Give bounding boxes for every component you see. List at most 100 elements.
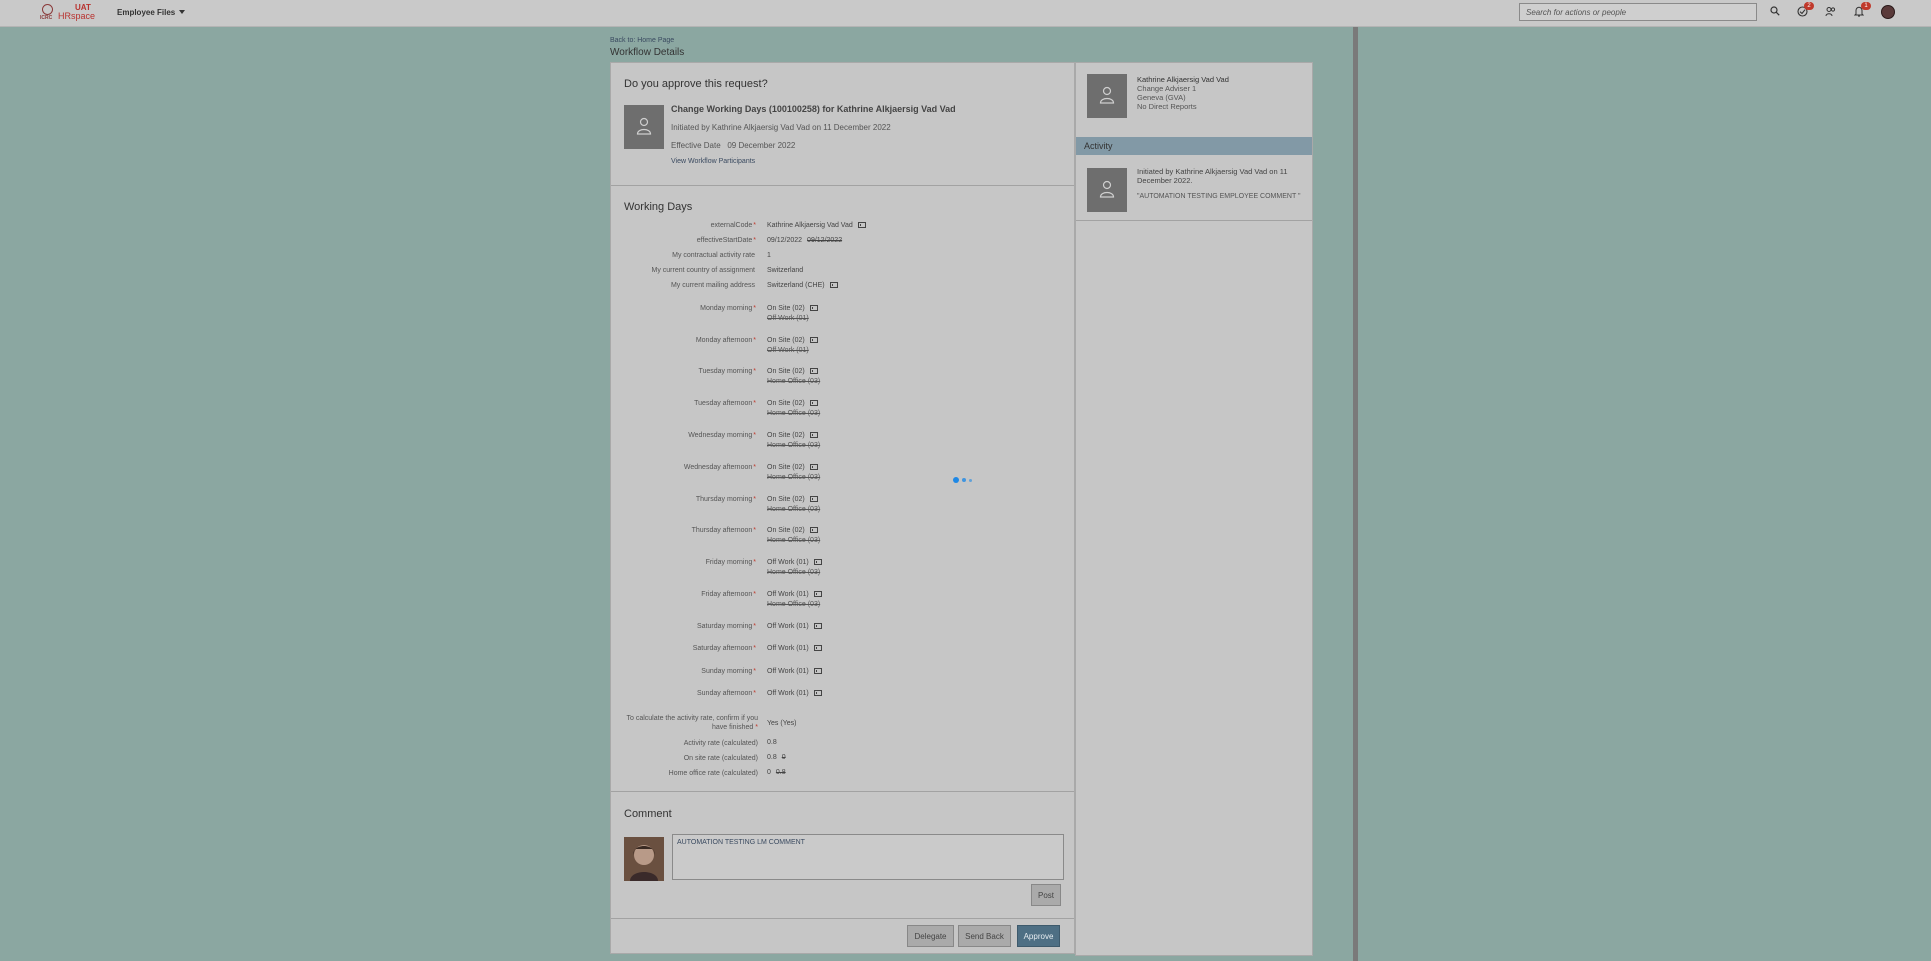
- footer-divider: [611, 918, 1074, 919]
- field-old-value: Off Work (01): [767, 315, 809, 322]
- user-avatar[interactable]: [1881, 5, 1895, 19]
- approve-button[interactable]: Approve: [1017, 925, 1060, 947]
- field-value: Off Work (01): [767, 690, 822, 697]
- field-value: On Site (02): [767, 337, 818, 344]
- history-icon[interactable]: [813, 690, 822, 696]
- field-label-text: Friday morning: [705, 559, 753, 566]
- history-icon[interactable]: [813, 623, 822, 629]
- post-button[interactable]: Post: [1031, 884, 1061, 906]
- scrollbar[interactable]: [1353, 27, 1358, 961]
- history-icon[interactable]: [809, 527, 818, 533]
- history-icon[interactable]: [813, 591, 822, 597]
- field-label: Wednesday afternoon*: [684, 464, 756, 471]
- effective-date-label: Effective Date: [671, 141, 721, 150]
- field-value: Off Work (01): [767, 668, 822, 675]
- send-back-button[interactable]: Send Back: [958, 925, 1011, 947]
- bell-icon[interactable]: 1: [1852, 2, 1871, 20]
- history-icon[interactable]: [809, 305, 818, 311]
- page-title: Workflow Details: [610, 47, 685, 58]
- field-label: My current mailing address: [671, 282, 756, 289]
- required-marker: *: [753, 668, 756, 675]
- todo-icon[interactable]: 2: [1795, 2, 1814, 20]
- field-label: Thursday afternoon*: [692, 527, 756, 534]
- history-icon[interactable]: [813, 559, 822, 565]
- logo-hrspace-text: HRspace: [58, 11, 96, 21]
- field-label: Wednesday morning*: [688, 432, 756, 439]
- history-icon[interactable]: [809, 368, 818, 374]
- activity-header: Activity: [1076, 137, 1312, 155]
- search-input[interactable]: Search for actions or people: [1519, 3, 1757, 21]
- field-label: Monday morning*: [700, 305, 756, 312]
- field-value: Switzerland: [767, 267, 803, 274]
- field-old-value: Home Office (03): [767, 410, 821, 417]
- field-label: Sunday afternoon*: [697, 690, 756, 697]
- requester-avatar: [624, 105, 664, 149]
- history-icon[interactable]: [813, 645, 822, 651]
- history-icon[interactable]: [829, 282, 838, 288]
- field-value: Switzerland (CHE): [767, 282, 838, 289]
- required-marker: *: [753, 645, 756, 652]
- field-label-text: Saturday morning: [697, 623, 753, 630]
- field-old-value: Home Office (03): [767, 378, 821, 385]
- field-value-text: 1: [767, 252, 771, 259]
- field-value-text: On Site (02): [767, 305, 805, 312]
- required-marker: *: [753, 432, 756, 439]
- activity-text: Initiated by Kathrine Alkjaersig Vad Vad…: [1137, 167, 1288, 185]
- people-icon[interactable]: [1823, 6, 1837, 20]
- required-marker: *: [753, 337, 756, 344]
- history-icon[interactable]: [809, 432, 818, 438]
- module-dropdown[interactable]: Employee Files: [117, 8, 186, 17]
- comment-textarea[interactable]: AUTOMATION TESTING LM COMMENT: [672, 834, 1064, 880]
- field-value: On Site (02): [767, 305, 818, 312]
- field-label: Home office rate (calculated): [668, 770, 758, 777]
- request-title: Change Working Days (100100258) for Kath…: [671, 104, 956, 114]
- history-icon[interactable]: [809, 496, 818, 502]
- field-old-value: 0.8: [775, 769, 786, 776]
- field-value: On Site (02): [767, 496, 818, 503]
- history-icon[interactable]: [809, 337, 818, 343]
- field-value: 0.8 0: [767, 754, 786, 761]
- field-label-text: effectiveStartDate: [696, 237, 753, 244]
- side-panel: Kathrine Alkjaersig Vad Vad Change Advis…: [1075, 62, 1313, 956]
- globe-icon: [42, 4, 53, 15]
- history-icon[interactable]: [809, 400, 818, 406]
- field-label-text: Sunday afternoon: [697, 690, 753, 697]
- back-link[interactable]: Back to: Home Page: [610, 37, 674, 44]
- company-logo[interactable]: ICRC UAT HRspace: [38, 3, 96, 23]
- person-icon: [1099, 180, 1115, 198]
- delegate-button[interactable]: Delegate: [907, 925, 954, 947]
- required-marker: *: [755, 724, 758, 731]
- search-icon[interactable]: [1768, 6, 1782, 20]
- field-value-text: Switzerland: [767, 267, 804, 274]
- activity-comment: "AUTOMATION TESTING EMPLOYEE COMMENT ": [1137, 193, 1301, 200]
- employee-reports: No Direct Reports: [1137, 102, 1197, 111]
- employee-avatar[interactable]: [1087, 74, 1127, 118]
- field-label-text: Wednesday afternoon: [683, 464, 753, 471]
- field-value-text: Off Work (01): [767, 559, 809, 566]
- field-label-text: Monday morning: [700, 305, 753, 312]
- required-marker: *: [753, 222, 756, 229]
- field-value-text: On Site (02): [767, 368, 805, 375]
- employee-name[interactable]: Kathrine Alkjaersig Vad Vad: [1137, 75, 1229, 84]
- required-marker: *: [753, 527, 756, 534]
- field-label-text: To calculate the activity rate, confirm …: [626, 715, 759, 731]
- field-value: On Site (02): [767, 400, 818, 407]
- field-value-text: Switzerland (CHE): [767, 282, 825, 289]
- field-value: Off Work (01): [767, 559, 822, 566]
- history-icon[interactable]: [809, 464, 818, 470]
- field-value-text: Off Work (01): [767, 591, 809, 598]
- logo-icrc-text: ICRC: [40, 15, 53, 21]
- field-label-text: Tuesday morning: [698, 368, 753, 375]
- field-value: 0 0.8: [767, 769, 786, 776]
- field-label: To calculate the activity rate, confirm …: [618, 714, 759, 732]
- field-label-text: Tuesday afternoon: [694, 400, 753, 407]
- view-participants-link[interactable]: View Workflow Participants: [671, 158, 755, 165]
- field-old-value: Home Office (03): [767, 506, 821, 513]
- history-icon[interactable]: [813, 668, 822, 674]
- field-label-text: Saturday afternoon: [692, 645, 753, 652]
- field-label-text: My contractual activity rate: [672, 252, 755, 259]
- field-label: effectiveStartDate*: [697, 237, 756, 244]
- history-icon[interactable]: [857, 222, 866, 228]
- field-label-text: externalCode: [710, 222, 753, 229]
- field-value-text: 0.8: [767, 754, 777, 761]
